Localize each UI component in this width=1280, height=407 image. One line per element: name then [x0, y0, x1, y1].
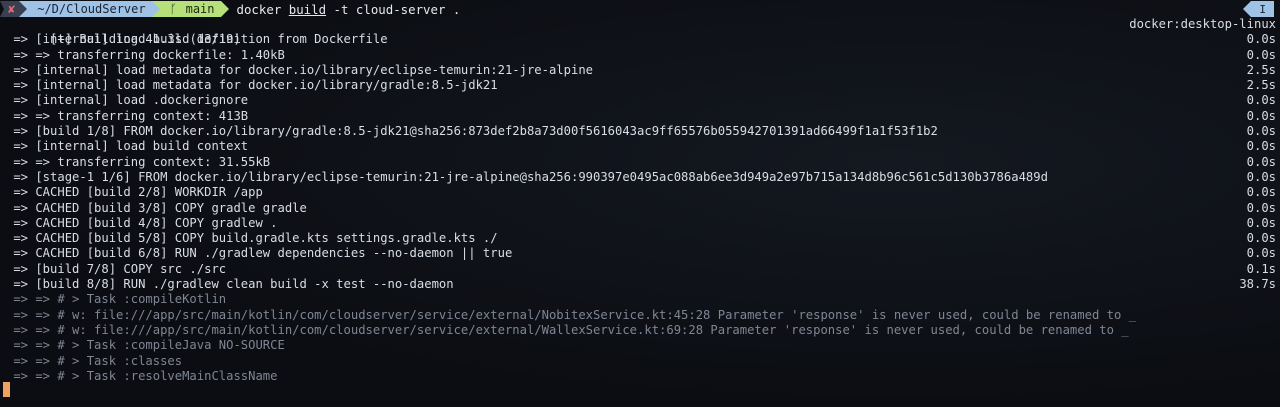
build-step-duration: 0.0s [1246, 200, 1276, 215]
text-cursor [3, 382, 10, 397]
shell-prompt: ✘ ~/D/CloudServer ᚴ main docker build -t… [0, 1, 1280, 17]
build-step-duration: 0.0s [1246, 154, 1276, 169]
build-step-duration: 0.1s [1246, 261, 1276, 276]
build-log-list: => => # > Task :compileKotlin => => # w:… [6, 292, 1276, 384]
build-step-line: => [build 1/8] FROM docker.io/library/gr… [6, 124, 1276, 139]
build-step-text: => [build 1/8] FROM docker.io/library/gr… [6, 124, 938, 139]
build-step-duration: 0.0s [1246, 32, 1276, 47]
build-step-line: => [stage-1 1/6] FROM docker.io/library/… [6, 170, 1276, 185]
build-log-line: => => # > Task :resolveMainClassName [6, 368, 278, 383]
vi-mode-indicator: I [1243, 1, 1274, 17]
build-step-line: => CACHED [build 3/8] COPY gradle gradle… [6, 201, 1276, 216]
build-step-duration: 2.5s [1246, 62, 1276, 77]
build-steps-list: => [internal] load build definition from… [6, 32, 1276, 292]
build-log-line: => => # w: file:///app/src/main/kotlin/c… [6, 322, 1129, 337]
build-step-line: => CACHED [build 2/8] WORKDIR /app 0.0s [6, 185, 1276, 200]
build-step-text: => [internal] load metadata for docker.i… [6, 78, 498, 93]
error-status-icon: ✘ [8, 2, 16, 16]
build-step-line: => => transferring context: 413B 0.0s [6, 109, 1276, 124]
build-step-line: => [internal] load build definition from… [6, 32, 1276, 47]
build-step-text: => [internal] load build context [6, 139, 249, 154]
command-program: docker [236, 1, 282, 17]
build-step-text: => [build 8/8] RUN ./gradlew clean build… [6, 277, 454, 292]
build-step-line: => [internal] load metadata for docker.i… [6, 78, 1276, 93]
build-log-line: => => # > Task :compileKotlin [6, 292, 227, 307]
insert-mode-label: I [1251, 1, 1274, 17]
build-step-duration: 0.0s [1246, 215, 1276, 230]
build-step-text: => CACHED [build 6/8] RUN ./gradlew depe… [6, 246, 513, 261]
build-step-line: => [internal] load .dockerignore 0.0s [6, 93, 1276, 108]
build-step-line: => CACHED [build 4/8] COPY gradlew . 0.0s [6, 216, 1276, 231]
build-step-duration: 0.0s [1246, 185, 1276, 200]
build-step-duration: 0.0s [1246, 108, 1276, 123]
build-step-duration: 2.5s [1246, 78, 1276, 93]
build-step-text: => [internal] load .dockerignore [6, 93, 249, 108]
build-step-text: => CACHED [build 4/8] COPY gradlew . [6, 215, 278, 230]
build-step-text: => CACHED [build 5/8] COPY build.gradle.… [6, 231, 498, 246]
command-subcommand: build [288, 1, 327, 17]
build-step-line: => CACHED [build 6/8] RUN ./gradlew depe… [6, 246, 1276, 261]
command-arguments: -t cloud-server . [326, 1, 461, 17]
build-step-text: => CACHED [build 3/8] COPY gradle gradle [6, 200, 307, 215]
powerline-separator [1243, 1, 1252, 17]
build-log-line: => => # > Task :classes [6, 353, 183, 368]
build-step-line: => [build 8/8] RUN ./gradlew clean build… [6, 277, 1276, 292]
powerline-separator [220, 1, 229, 17]
current-directory: ~/D/CloudServer [37, 2, 146, 16]
build-header: [+] Building 41.3s (13/19) docker:deskto… [6, 17, 1276, 46]
build-step-duration: 0.0s [1246, 231, 1276, 246]
prompt-status-segment: ✘ [0, 1, 20, 17]
build-step-text: => [internal] load metadata for docker.i… [6, 62, 593, 77]
prompt-git-segment: ᚴ main [159, 1, 221, 17]
build-step-duration: 0.0s [1246, 47, 1276, 62]
powerline-separator [19, 1, 28, 17]
build-output: [+] Building 41.3s (13/19) docker:deskto… [6, 17, 1276, 384]
build-step-text: => [internal] load build definition from… [6, 32, 388, 47]
terminal-window[interactable]: ✘ ~/D/CloudServer ᚴ main docker build -t… [0, 0, 1280, 407]
build-step-line: => => transferring dockerfile: 1.40kB 0.0… [6, 48, 1276, 63]
build-step-text: => => transferring context: 31.55kB [6, 154, 271, 169]
git-branch-name: main [185, 2, 215, 16]
build-step-text: => [stage-1 1/6] FROM docker.io/library/… [6, 169, 1048, 184]
powerline-separator [151, 1, 160, 17]
build-step-line: => [internal] load metadata for docker.i… [6, 63, 1276, 78]
build-step-duration: 0.0s [1246, 93, 1276, 108]
prompt-directory-segment: ~/D/CloudServer [27, 1, 152, 17]
build-step-duration: 0.0s [1246, 124, 1276, 139]
build-step-line: => [build 7/8] COPY src ./src 0.1s [6, 262, 1276, 277]
build-step-text: => => transferring dockerfile: 1.40kB [6, 47, 285, 62]
build-step-text: => CACHED [build 2/8] WORKDIR /app [6, 185, 263, 200]
build-step-duration: 0.0s [1246, 169, 1276, 184]
build-step-line: => [internal] load build context 0.0s [6, 139, 1276, 154]
build-step-text: => => transferring context: 413B [6, 108, 249, 123]
build-step-line: => => transferring context: 31.55kB 0.0s [6, 155, 1276, 170]
build-log-line: => => # w: file:///app/src/main/kotlin/c… [6, 307, 1136, 322]
segment-cap [0, 1, 4, 17]
build-log-line: => => # > Task :compileJava NO-SOURCE [6, 338, 285, 353]
docker-context: docker:desktop-linux [1129, 17, 1276, 31]
build-step-duration: 0.0s [1246, 246, 1276, 261]
command-line[interactable]: docker build -t cloud-server . [237, 2, 461, 17]
build-step-duration: 0.0s [1246, 139, 1276, 154]
build-step-duration: 38.7s [1239, 277, 1276, 292]
git-branch-icon: ᚴ [169, 2, 177, 16]
build-step-text: => [build 7/8] COPY src ./src [6, 261, 227, 276]
build-step-line: => CACHED [build 5/8] COPY build.gradle.… [6, 231, 1276, 246]
